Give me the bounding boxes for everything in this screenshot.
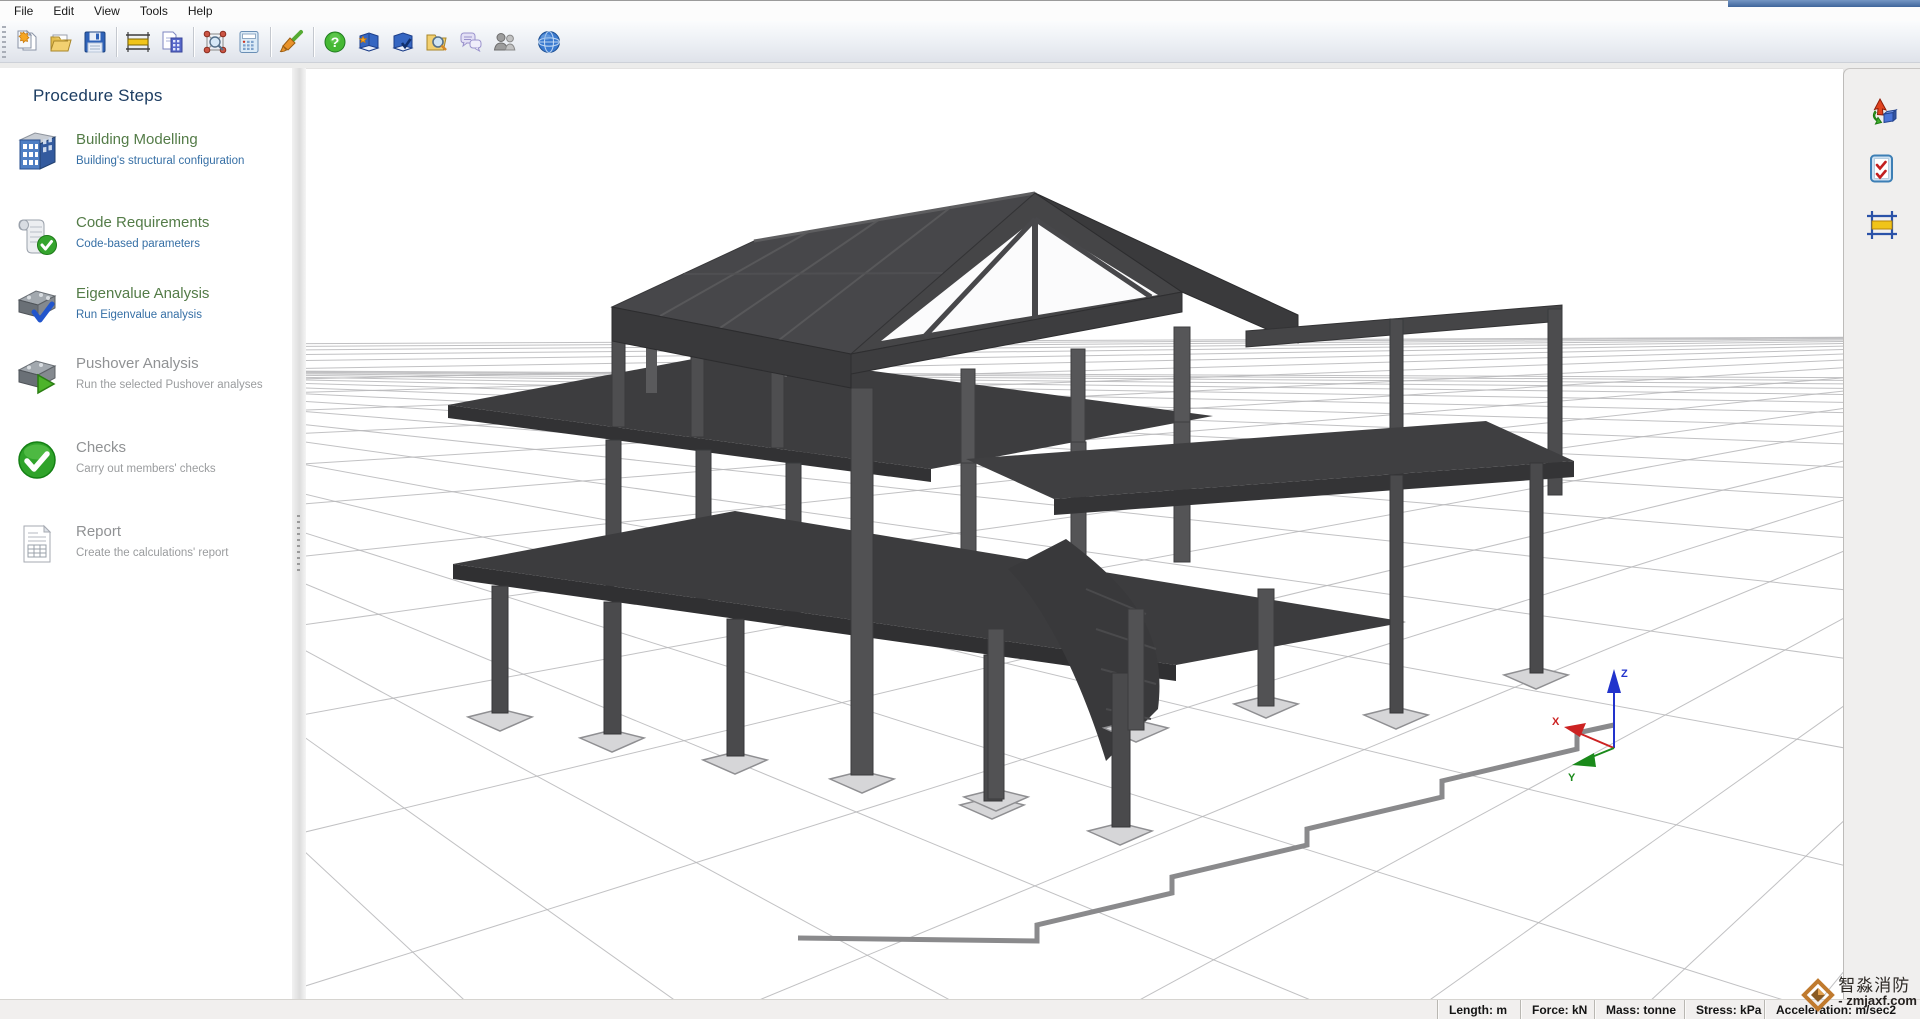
step-subtitle: Code-based parameters bbox=[76, 238, 209, 250]
toolbar-separator bbox=[270, 27, 271, 57]
step-report[interactable]: Report Create the calculations' report bbox=[14, 521, 280, 587]
menu-help[interactable]: Help bbox=[178, 2, 223, 20]
beam-section-icon[interactable] bbox=[1862, 205, 1902, 245]
website-icon[interactable] bbox=[532, 24, 566, 60]
menu-bar: File Edit View Tools Help bbox=[0, 0, 1920, 22]
step-subtitle: Building's structural configuration bbox=[76, 155, 244, 167]
toolbar-grip bbox=[2, 26, 6, 58]
axis-y-label: Y bbox=[1568, 772, 1576, 784]
save-icon[interactable] bbox=[78, 24, 112, 60]
report-doc-icon bbox=[14, 521, 60, 567]
building-report-icon[interactable] bbox=[155, 24, 189, 60]
step-subtitle: Run Eigenvalue analysis bbox=[76, 309, 209, 321]
status-bar: Length: m Force: kN Mass: tonne Stress: … bbox=[0, 999, 1920, 1019]
status-stress-units: Stress: kPa bbox=[1684, 1000, 1764, 1019]
status-force-units: Force: kN bbox=[1520, 1000, 1594, 1019]
svg-text:?: ? bbox=[331, 34, 340, 50]
splitter-handle-icon bbox=[297, 515, 300, 571]
step-title: Code Requirements bbox=[76, 214, 209, 231]
axis-z-label: Z bbox=[1621, 668, 1628, 680]
step-subtitle: Carry out members' checks bbox=[76, 463, 216, 475]
building-icon bbox=[14, 129, 60, 175]
open-project-icon[interactable] bbox=[44, 24, 78, 60]
model-scene: Z X Y bbox=[306, 69, 1843, 1001]
help-icon[interactable]: ? bbox=[318, 24, 352, 60]
menu-edit[interactable]: Edit bbox=[43, 2, 84, 20]
status-mass-units: Mass: tonne bbox=[1594, 1000, 1684, 1019]
calculator-icon[interactable] bbox=[232, 24, 266, 60]
tutorial-book-icon[interactable] bbox=[352, 24, 386, 60]
step-title: Checks bbox=[76, 439, 216, 456]
step-title: Pushover Analysis bbox=[76, 355, 263, 372]
building-model bbox=[448, 193, 1574, 845]
step-eigenvalue-analysis[interactable]: Eigenvalue Analysis Run Eigenvalue analy… bbox=[14, 283, 280, 349]
code-scroll-icon bbox=[14, 212, 60, 258]
step-title: Report bbox=[76, 523, 228, 540]
watermark: 智淼消防 - zmjaxf.com bbox=[1800, 977, 1917, 1013]
step-checks[interactable]: Checks Carry out members' checks bbox=[14, 437, 280, 503]
toolbar: ? bbox=[0, 21, 1920, 63]
toolbar-separator bbox=[193, 27, 194, 57]
watermark-logo-icon bbox=[1800, 977, 1836, 1013]
plot-boundary-line bbox=[798, 725, 1614, 941]
panel-splitter[interactable] bbox=[292, 68, 306, 1000]
step-pushover-analysis[interactable]: Pushover Analysis Run the selected Pusho… bbox=[14, 353, 280, 419]
example-browser-icon[interactable] bbox=[420, 24, 454, 60]
eigenvalue-viewer-icon[interactable] bbox=[198, 24, 232, 60]
results-tool-panel bbox=[1843, 68, 1920, 1000]
pushover-run-icon bbox=[14, 353, 60, 399]
new-file-icon[interactable] bbox=[10, 24, 44, 60]
forum-icon[interactable] bbox=[454, 24, 488, 60]
status-length-units: Length: m bbox=[1437, 1000, 1520, 1019]
user-manual-icon[interactable] bbox=[386, 24, 420, 60]
menu-view[interactable]: View bbox=[84, 2, 130, 20]
step-subtitle: Run the selected Pushover analyses bbox=[76, 379, 263, 391]
toolbar-separator bbox=[116, 27, 117, 57]
step-title: Eigenvalue Analysis bbox=[76, 285, 209, 302]
format-brush-icon[interactable] bbox=[275, 24, 309, 60]
step-title: Building Modelling bbox=[76, 131, 244, 148]
procedure-steps-panel: Procedure Steps bbox=[0, 68, 292, 1000]
step-building-modelling[interactable]: Building Modelling Building's structural… bbox=[14, 129, 280, 195]
toolbar-separator bbox=[313, 27, 314, 57]
green-check-icon bbox=[14, 437, 60, 483]
window-edge-strip bbox=[1728, 0, 1920, 7]
menu-file[interactable]: File bbox=[4, 2, 43, 20]
beam-sections-icon[interactable] bbox=[121, 24, 155, 60]
application-window: File Edit View Tools Help bbox=[0, 0, 1920, 1019]
member-checks-icon[interactable] bbox=[1862, 149, 1902, 189]
menu-tools[interactable]: Tools bbox=[130, 2, 178, 20]
step-code-requirements[interactable]: Code Requirements Code-based parameters bbox=[14, 212, 280, 278]
axis-triad: Z X Y bbox=[1552, 668, 1628, 784]
watermark-name: 智淼消防 bbox=[1838, 977, 1917, 994]
user-community-icon[interactable] bbox=[488, 24, 522, 60]
status-spacer bbox=[0, 1000, 1437, 1019]
axis-x-label: X bbox=[1552, 716, 1560, 728]
panel-title: Procedure Steps bbox=[33, 86, 163, 106]
viewport-3d[interactable]: Z X Y bbox=[306, 68, 1843, 1000]
eigenvalue-run-icon bbox=[14, 283, 60, 329]
watermark-site: - zmjaxf.com bbox=[1838, 994, 1917, 1008]
deformed-shape-icon[interactable] bbox=[1862, 93, 1902, 133]
step-subtitle: Create the calculations' report bbox=[76, 547, 228, 559]
